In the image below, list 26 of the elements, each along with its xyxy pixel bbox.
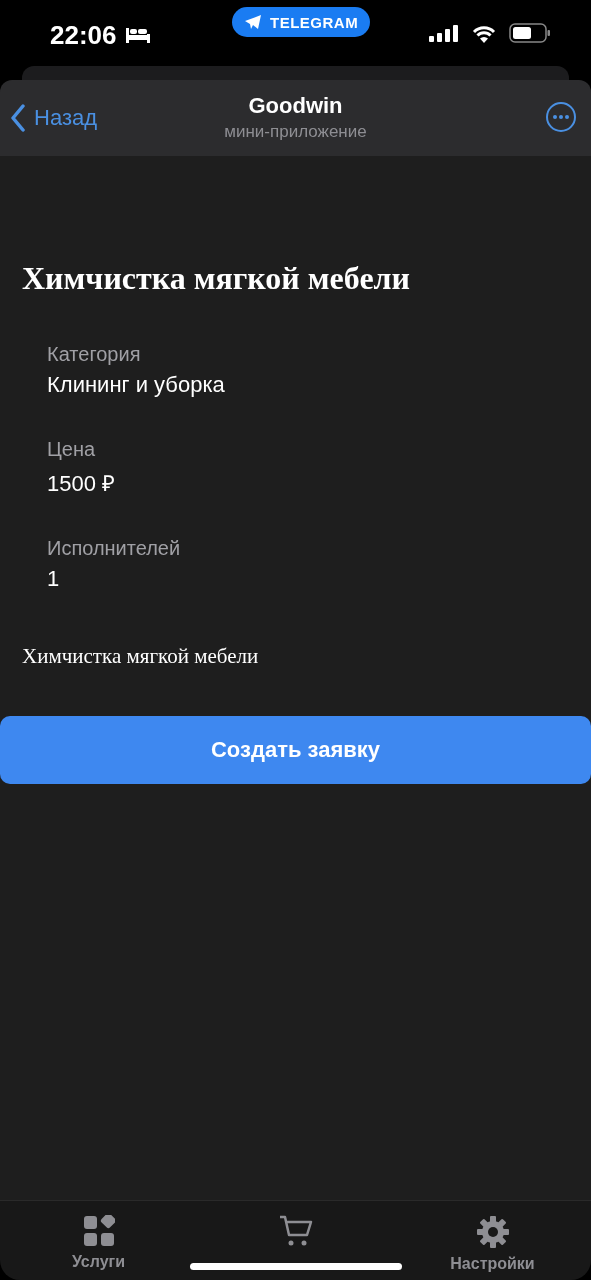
cart-icon: [278, 1215, 313, 1247]
field-value: Клининг и уборка: [47, 372, 226, 398]
field-label: Категория: [47, 343, 142, 366]
field-value: 1: [47, 566, 61, 592]
paper-plane-icon: [244, 14, 262, 30]
app-title: Goodwin: [248, 93, 343, 119]
clock-time: 22:06: [50, 19, 117, 51]
service-title: Химчистка мягкой мебели: [22, 260, 411, 296]
bed-icon: [124, 26, 151, 44]
signal-icon: [429, 24, 459, 42]
create-request-button[interactable]: Создать заявку: [0, 716, 591, 784]
back-button[interactable]: Назад: [10, 104, 98, 132]
tab-item[interactable]: Настройки: [394, 1201, 591, 1280]
field-value: 1500 ₽: [47, 470, 117, 497]
settings-icon: [475, 1215, 510, 1249]
tab-item[interactable]: Услуги: [0, 1201, 197, 1280]
chevron-left-icon: [10, 104, 26, 132]
service-description: Химчистка мягкой мебели: [22, 644, 260, 669]
more-icon: [545, 100, 577, 133]
battery-icon: [509, 23, 551, 43]
field-label: Исполнителей: [47, 537, 182, 560]
app-subtitle: мини-приложение: [224, 122, 367, 142]
field-label: Цена: [47, 438, 97, 461]
telegram-pill[interactable]: TELEGRAM: [232, 7, 371, 37]
grid-icon: [82, 1215, 115, 1247]
wifi-icon: [471, 23, 497, 43]
